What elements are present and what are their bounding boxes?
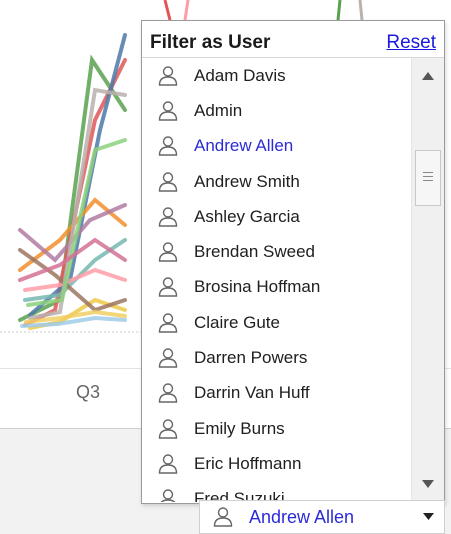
user-list-item[interactable]: Darren Powers [143,340,411,375]
user-icon [160,489,176,502]
user-name-label: Eric Hoffmann [194,453,302,473]
chart-series-line [336,0,342,21]
user-icon [158,454,178,474]
user-icon [158,383,178,404]
user-list-item[interactable]: Fred Suzuki [143,482,411,502]
x-axis-label-q3: Q3 [76,382,101,402]
user-name-label: Andrew Allen [194,136,294,156]
user-name-label: Darren Powers [194,348,308,368]
grip-line [423,176,433,177]
filter-as-user-popup: Filter as User Reset Adam Davis Admin Andr… [141,20,445,504]
user-icon [158,418,178,439]
user-list-item[interactable]: Emily Burns [143,411,411,446]
user-list: Adam Davis Admin Andrew Allen Andrew Smith A… [143,58,411,502]
user-icon [158,313,178,333]
popup-header: Filter as User Reset [142,21,444,58]
scroll-down-arrow-icon[interactable] [412,466,444,502]
user-icon [158,65,178,86]
user-icon [158,242,178,262]
user-list-item[interactable]: Andrew Allen [143,129,411,164]
chart-series-line [183,0,190,21]
user-list-item[interactable]: Brendan Sweed [143,234,411,269]
user-list-item[interactable]: Brosina Hoffman [143,270,411,305]
user-icon [158,348,178,368]
user-name-label: Emily Burns [194,418,285,438]
grip-line [423,180,433,181]
user-icon [158,136,178,156]
grip-line [423,172,433,173]
user-name-label: Darrin Van Huff [194,383,310,403]
user-name-label: Andrew Smith [194,171,300,191]
user-list-item[interactable]: Admin [143,93,411,128]
user-name-label: Claire Gute [194,312,280,332]
user-icon [158,207,178,227]
user-name-label: Brosina Hoffman [194,277,321,297]
user-icon [158,101,178,121]
chart-series-line [28,87,127,320]
user-selector-dropdown[interactable]: Andrew Allen [199,500,445,534]
user-list-item[interactable]: Ashley Garcia [143,199,411,234]
reset-link[interactable]: Reset [386,32,436,54]
chart-series-line [163,0,172,21]
user-name-label: Ashley Garcia [194,206,300,226]
user-list-item[interactable]: Darrin Van Huff [143,376,411,411]
user-name-label: Adam Davis [194,65,286,85]
user-list-item[interactable]: Claire Gute [143,305,411,340]
user-name-label: Admin [194,100,243,120]
user-icon [158,171,178,192]
scroll-thumb[interactable] [415,150,441,206]
user-list-item[interactable]: Adam Davis [143,58,411,93]
selected-user-label: Andrew Allen [249,506,355,527]
scroll-up-arrow-icon[interactable] [412,58,444,94]
user-icon [213,507,233,527]
user-icon [158,277,178,298]
user-name-label: Brendan Sweed [194,242,315,262]
scrollbar[interactable] [411,58,444,502]
popup-title: Filter as User [150,32,271,53]
caret-down-icon[interactable] [423,513,434,520]
user-list-item[interactable]: Eric Hoffmann [143,446,411,481]
chart-series-line [358,0,364,21]
user-list-item[interactable]: Andrew Smith [143,164,411,199]
